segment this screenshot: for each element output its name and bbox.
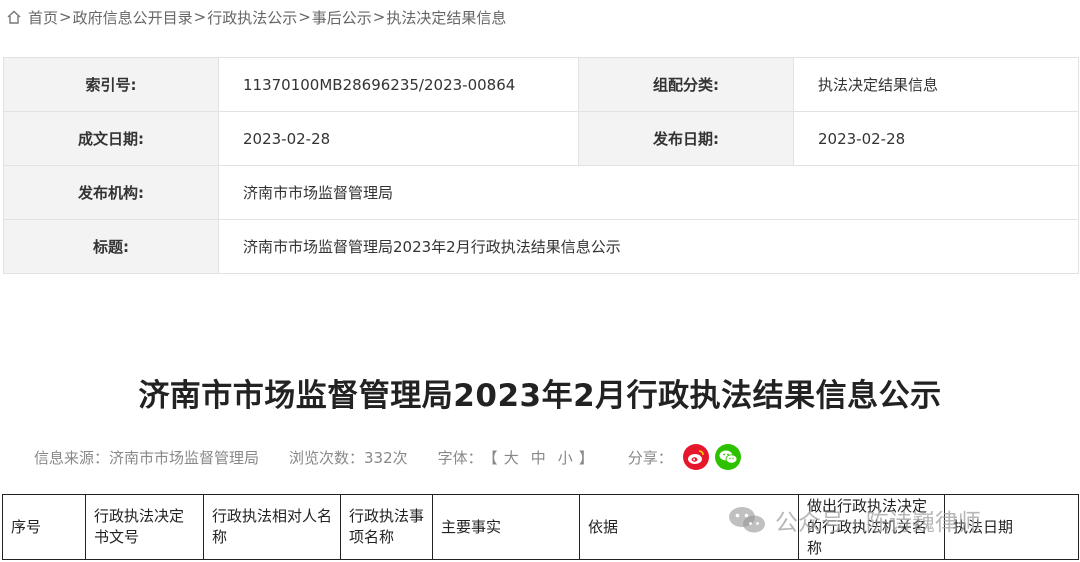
breadcrumb-separator: > (193, 8, 207, 26)
font-medium-button[interactable]: 中 (531, 447, 546, 468)
metadata-row: 索引号: 11370100MB28696235/2023-00864 组配分类:… (3, 57, 1079, 112)
column-header: 执法日期 (944, 494, 1079, 560)
column-header: 主要事实 (432, 494, 580, 560)
column-header: 行政执法相对人名称 (203, 494, 341, 560)
publish-date-value: 2023-02-28 (793, 111, 1079, 166)
breadcrumb-home[interactable]: 首页 (28, 7, 58, 28)
metadata-table: 索引号: 11370100MB28696235/2023-00864 组配分类:… (3, 57, 1079, 274)
breadcrumb-separator: > (59, 8, 72, 26)
font-small-button[interactable]: 小 (558, 447, 573, 468)
info-source: 信息来源：济南市市场监督管理局 (34, 448, 260, 467)
org-label: 发布机构: (3, 165, 219, 220)
enforcement-results-table: 序号 行政执法决定书文号 行政执法相对人名称 行政执法事项名称 主要事实 依据 … (2, 494, 1079, 560)
breadcrumb-separator: > (298, 8, 311, 26)
breadcrumb: 首页 > 政府信息公开目录 > 行政执法公示 > 事后公示 > 执法决定结果信息 (6, 6, 506, 28)
category-label: 组配分类: (578, 57, 794, 112)
metadata-row: 标题: 济南市市场监督管理局2023年2月行政执法结果信息公示 (3, 219, 1079, 274)
column-header: 序号 (2, 494, 86, 560)
index-label: 索引号: (3, 57, 219, 112)
view-count: 浏览次数：332次 (289, 448, 408, 467)
subject-value: 济南市市场监督管理局2023年2月行政执法结果信息公示 (218, 219, 1079, 274)
breadcrumb-gov-info-catalog[interactable]: 政府信息公开目录 (73, 7, 193, 28)
article-info-bar: 信息来源：济南市市场监督管理局 浏览次数：332次 字体： 【 大 中 小 】 … (34, 443, 741, 471)
column-header: 行政执法决定书文号 (85, 494, 204, 560)
index-value: 11370100MB28696235/2023-00864 (218, 57, 579, 112)
font-size-label: 字体： (437, 448, 483, 467)
breadcrumb-separator: > (372, 8, 386, 26)
breadcrumb-enforcement-disclosure[interactable]: 行政执法公示 (207, 7, 297, 28)
weibo-share-icon[interactable] (682, 444, 709, 470)
org-value: 济南市市场监督管理局 (218, 165, 1079, 220)
date-value: 2023-02-28 (218, 111, 579, 166)
font-bracket-close: 】 (578, 448, 594, 467)
column-header: 做出行政执法决定的行政执法机关名称 (798, 494, 945, 560)
share-label: 分享： (627, 448, 673, 467)
table-header-row: 序号 行政执法决定书文号 行政执法相对人名称 行政执法事项名称 主要事实 依据 … (2, 494, 1079, 560)
font-bracket-open: 【 (482, 448, 498, 467)
breadcrumb-post-disclosure[interactable]: 事后公示 (312, 7, 372, 28)
breadcrumb-decision-results[interactable]: 执法决定结果信息 (386, 7, 506, 28)
publish-date-label: 发布日期: (578, 111, 794, 166)
home-icon (7, 10, 21, 24)
font-large-button[interactable]: 大 (504, 447, 519, 468)
page-title: 济南市市场监督管理局2023年2月行政执法结果信息公示 (138, 378, 942, 414)
date-label: 成文日期: (3, 111, 219, 166)
category-value: 执法决定结果信息 (793, 57, 1079, 112)
column-header: 依据 (579, 494, 799, 560)
metadata-row: 发布机构: 济南市市场监督管理局 (3, 165, 1079, 220)
subject-label: 标题: (3, 219, 219, 274)
column-header: 行政执法事项名称 (340, 494, 433, 560)
wechat-share-icon[interactable] (714, 444, 741, 470)
metadata-row: 成文日期: 2023-02-28 发布日期: 2023-02-28 (3, 111, 1079, 166)
